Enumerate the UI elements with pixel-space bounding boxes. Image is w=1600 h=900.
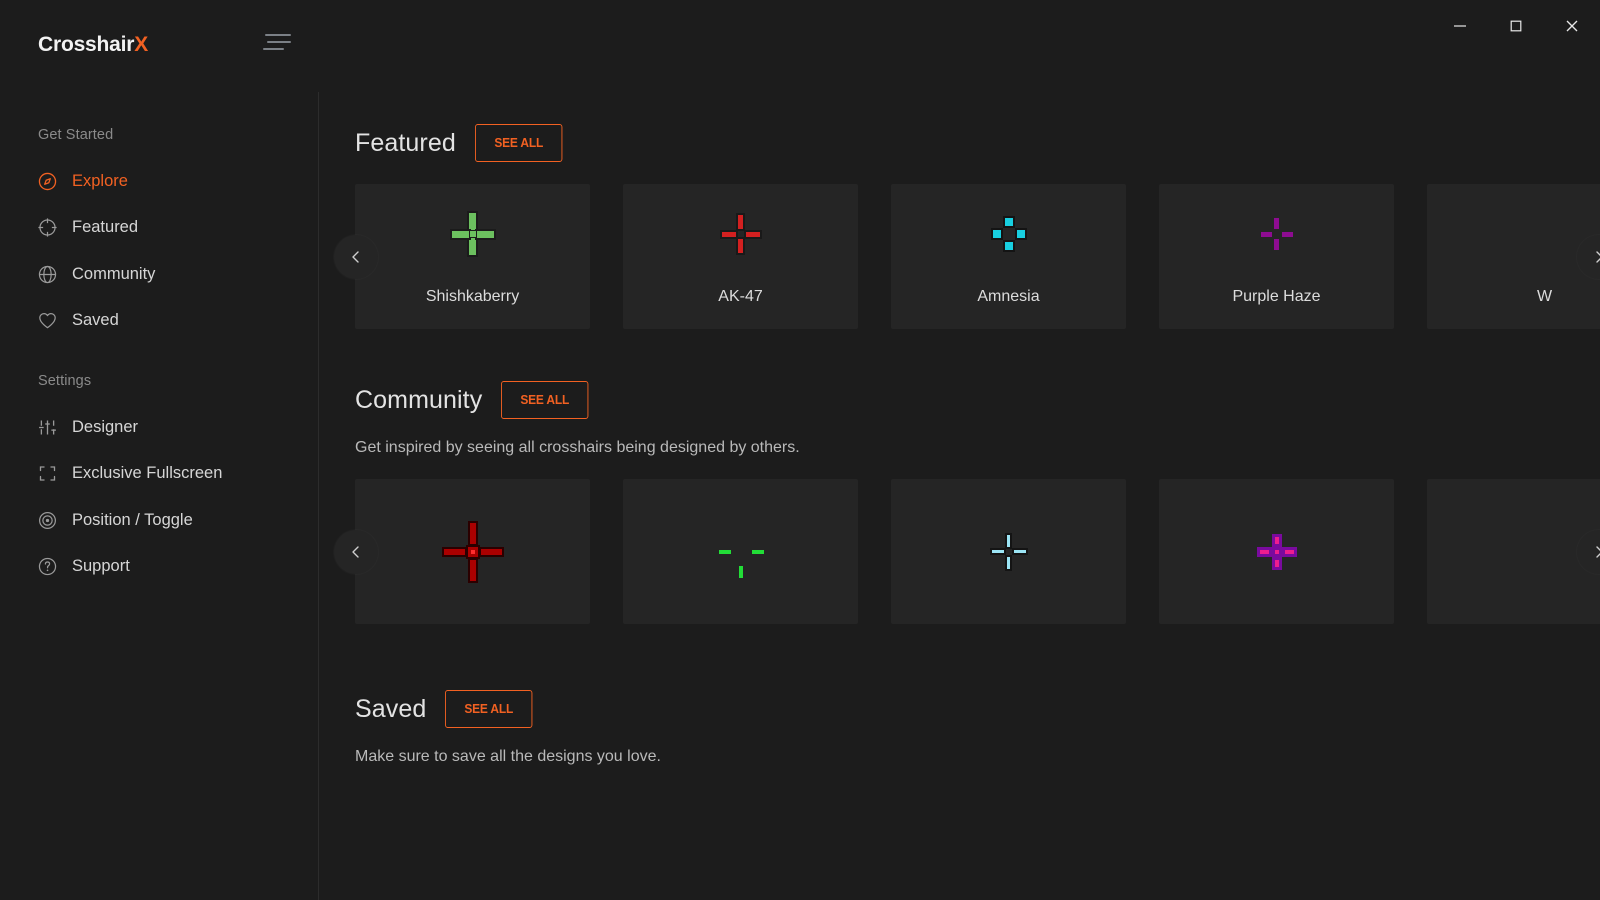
sidebar: Get Started Explore Featured Community S…	[0, 92, 319, 900]
sidebar-item-position-toggle[interactable]: Position / Toggle	[36, 505, 193, 535]
sliders-icon	[36, 416, 58, 438]
section-header: Saved SEE ALL	[355, 690, 1600, 728]
crosshair-preview-green-tbar	[623, 479, 858, 624]
crosshair-name: Amnesia	[891, 288, 1126, 306]
hamburger-line	[267, 41, 291, 43]
section-saved: Saved SEE ALL Make sure to save all the …	[355, 690, 1600, 766]
crosshair-preview-empty	[1427, 479, 1600, 624]
crosshair-preview-purple-haze	[1159, 184, 1394, 284]
main-content: Featured SEE ALL	[320, 92, 1600, 900]
section-subtitle: Make sure to save all the designs you lo…	[355, 748, 1600, 766]
sidebar-item-label: Support	[72, 557, 130, 576]
sidebar-group-label-settings: Settings	[38, 373, 91, 389]
app-logo: CrosshairX	[38, 33, 148, 57]
crosshair-card[interactable]: AK-47	[623, 184, 858, 329]
sidebar-item-label: Community	[72, 265, 155, 284]
logo-text: Crosshair	[38, 33, 134, 56]
carousel-featured: Shishkaberry AK-47	[355, 184, 1600, 329]
sidebar-item-support[interactable]: Support	[36, 551, 130, 581]
carousel-community	[355, 479, 1600, 624]
crosshair-card[interactable]	[1427, 479, 1600, 624]
sidebar-item-saved[interactable]: Saved	[36, 305, 119, 335]
sidebar-group-label-get-started: Get Started	[38, 127, 113, 143]
crosshair-name: AK-47	[623, 288, 858, 306]
crosshair-preview-shishkaberry	[355, 184, 590, 284]
crosshair-preview-lightblue	[891, 479, 1126, 624]
sidebar-item-label: Saved	[72, 311, 119, 330]
window-controls	[1432, 0, 1600, 52]
target-icon	[36, 509, 58, 531]
sidebar-item-community[interactable]: Community	[36, 259, 155, 289]
sidebar-item-label: Featured	[72, 218, 138, 237]
sidebar-item-label: Explore	[72, 172, 128, 191]
see-all-button-featured[interactable]: SEE ALL	[475, 124, 562, 162]
section-header: Featured SEE ALL	[355, 124, 1600, 162]
crosshair-name: Shishkaberry	[355, 288, 590, 306]
carousel-prev-button-featured[interactable]	[334, 235, 378, 279]
crosshair-card[interactable]: Purple Haze	[1159, 184, 1394, 329]
sidebar-item-explore[interactable]: Explore	[36, 166, 128, 196]
see-all-button-community[interactable]: SEE ALL	[501, 381, 588, 419]
crosshair-card[interactable]: Amnesia	[891, 184, 1126, 329]
sidebar-item-exclusive-fullscreen[interactable]: Exclusive Fullscreen	[36, 458, 222, 488]
crosshair-preview-partial	[1427, 184, 1600, 284]
question-circle-icon	[36, 555, 58, 577]
crosshair-preview-magenta-blocks	[1159, 479, 1394, 624]
app-window: CrosshairX Get Started Explore	[0, 0, 1600, 900]
close-button[interactable]	[1544, 0, 1600, 52]
crosshair-card[interactable]	[355, 479, 590, 624]
crosshair-preview-amnesia	[891, 184, 1126, 284]
carousel-track: Shishkaberry AK-47	[355, 184, 1600, 329]
sidebar-item-label: Exclusive Fullscreen	[72, 464, 222, 483]
fullscreen-icon	[36, 462, 58, 484]
section-community: Community SEE ALL Get inspired by seeing…	[355, 381, 1600, 624]
sidebar-item-designer[interactable]: Designer	[36, 412, 138, 442]
crosshair-icon	[36, 216, 58, 238]
section-title: Community	[355, 386, 482, 415]
section-featured: Featured SEE ALL	[355, 124, 1600, 329]
compass-icon	[36, 170, 58, 192]
crosshair-card[interactable]	[1159, 479, 1394, 624]
crosshair-preview-ak47	[623, 184, 858, 284]
crosshair-card[interactable]	[623, 479, 858, 624]
hamburger-line	[265, 34, 291, 36]
crosshair-card[interactable]: Shishkaberry	[355, 184, 590, 329]
logo-accent: X	[134, 33, 148, 56]
page-title: Featured	[355, 129, 456, 158]
title-bar: CrosshairX	[0, 0, 1600, 92]
section-title: Saved	[355, 695, 426, 724]
see-all-button-saved[interactable]: SEE ALL	[445, 690, 532, 728]
sidebar-item-label: Designer	[72, 418, 138, 437]
carousel-prev-button-community[interactable]	[334, 530, 378, 574]
crosshair-name: W	[1427, 288, 1600, 306]
minimize-button[interactable]	[1432, 0, 1488, 52]
heart-icon	[36, 309, 58, 331]
sidebar-item-featured[interactable]: Featured	[36, 212, 138, 242]
globe-icon	[36, 263, 58, 285]
crosshair-name: Purple Haze	[1159, 288, 1394, 306]
hamburger-line	[263, 48, 284, 50]
maximize-button[interactable]	[1488, 0, 1544, 52]
hamburger-icon[interactable]	[263, 34, 291, 56]
carousel-track	[355, 479, 1600, 624]
crosshair-card[interactable]: W	[1427, 184, 1600, 329]
section-subtitle: Get inspired by seeing all crosshairs be…	[355, 439, 1600, 457]
sidebar-item-label: Position / Toggle	[72, 511, 193, 530]
crosshair-card[interactable]	[891, 479, 1126, 624]
section-header: Community SEE ALL	[355, 381, 1600, 419]
crosshair-preview-darkred	[355, 479, 590, 624]
